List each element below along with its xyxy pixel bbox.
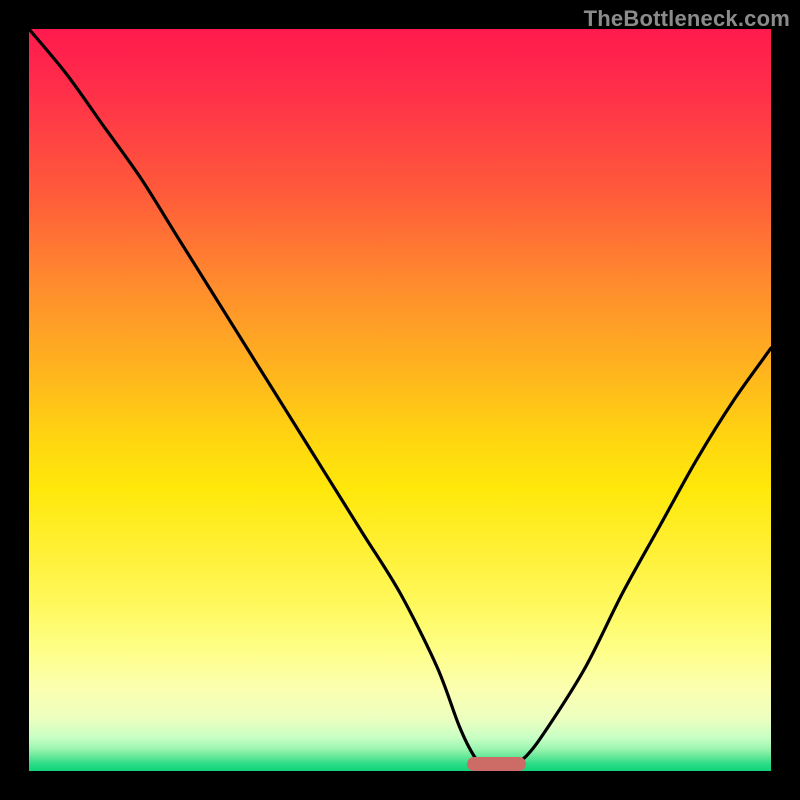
optimal-range-marker — [467, 757, 526, 771]
curve-path — [29, 29, 771, 773]
chart-frame: TheBottleneck.com — [0, 0, 800, 800]
plot-area — [29, 29, 771, 771]
watermark-text: TheBottleneck.com — [584, 6, 790, 32]
bottleneck-curve — [29, 29, 771, 771]
